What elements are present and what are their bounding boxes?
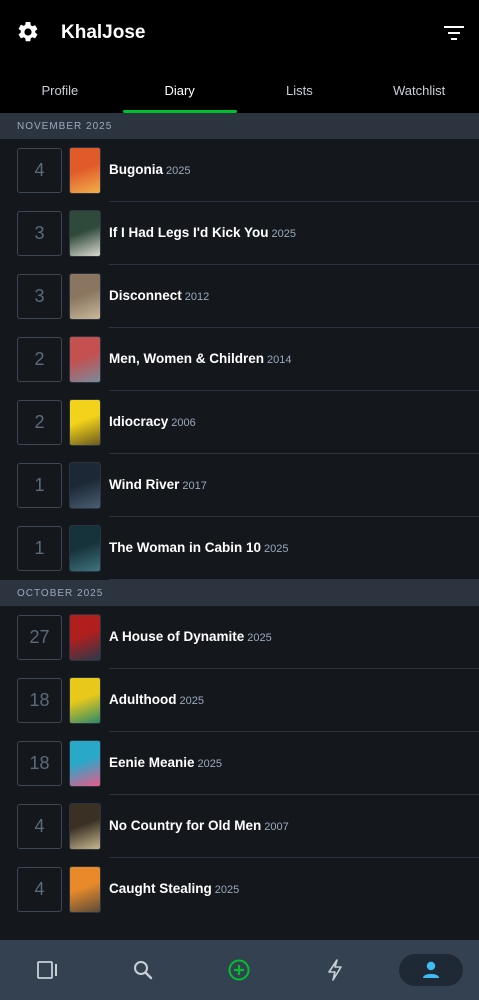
bottom-navigation: [0, 940, 479, 1000]
profile-icon: [423, 961, 439, 978]
film-year: 2025: [197, 758, 223, 770]
diary-entry-row[interactable]: 4 Caught Stealing 2025: [0, 858, 479, 919]
diary-entry-row[interactable]: 3 Disconnect 2012: [0, 265, 479, 328]
diary-entry-row[interactable]: 27 A House of Dynamite 2025: [0, 606, 479, 669]
film-title: If I Had Legs I'd Kick You 2025: [109, 225, 296, 240]
film-year: 2006: [171, 417, 196, 429]
film-title: Men, Women & Children 2014: [109, 351, 292, 366]
profile-tabs: Profile Diary Lists Watchlist: [0, 66, 479, 113]
activity-icon: [328, 959, 342, 981]
nav-activity-button[interactable]: [303, 954, 367, 986]
film-title-text: The Woman in Cabin 10: [109, 540, 262, 555]
diary-day: 1: [17, 463, 62, 508]
diary-day: 3: [17, 211, 62, 256]
film-year: 2017: [182, 480, 207, 492]
diary-day: 2: [17, 337, 62, 382]
film-year: 2025: [166, 165, 191, 177]
film-poster[interactable]: [69, 677, 101, 724]
search-icon: [134, 961, 153, 980]
film-poster[interactable]: [69, 866, 101, 913]
film-title: Bugonia 2025: [109, 162, 190, 177]
app-header: KhalJose: [0, 0, 479, 66]
film-year: 2025: [247, 632, 272, 644]
film-poster[interactable]: [69, 210, 101, 257]
diary-entry-row[interactable]: 18 Eenie Meanie 2025: [0, 732, 479, 795]
diary-entry-row[interactable]: 4 Bugonia 2025: [0, 139, 479, 202]
film-title: Disconnect 2012: [109, 288, 209, 303]
film-title-text: A House of Dynamite: [109, 629, 245, 644]
diary-day: 4: [17, 867, 62, 912]
row-divider: [109, 579, 479, 580]
filter-icon[interactable]: [444, 24, 464, 42]
film-poster[interactable]: [69, 803, 101, 850]
diary-entry-row[interactable]: 1 The Woman in Cabin 10 2025: [0, 517, 479, 580]
film-title-text: Caught Stealing: [109, 881, 212, 896]
diary-day: 18: [17, 741, 62, 786]
film-poster[interactable]: [69, 147, 101, 194]
username-title: KhalJose: [61, 22, 146, 43]
film-title: Eenie Meanie 2025: [109, 755, 222, 770]
film-title: A House of Dynamite 2025: [109, 629, 272, 644]
tab-watchlist[interactable]: Watchlist: [359, 66, 479, 113]
film-title-text: Disconnect: [109, 288, 182, 303]
film-title: Wind River 2017: [109, 477, 207, 492]
gear-icon[interactable]: [16, 20, 40, 44]
diary-day: 1: [17, 526, 62, 571]
film-title-text: Men, Women & Children: [109, 351, 265, 366]
film-title-text: If I Had Legs I'd Kick You: [109, 225, 269, 240]
film-title-text: No Country for Old Men: [109, 818, 262, 833]
film-title-text: Bugonia: [109, 162, 163, 177]
tab-lists[interactable]: Lists: [240, 66, 360, 113]
film-year: 2014: [267, 354, 292, 366]
nav-search-button[interactable]: [111, 954, 175, 986]
film-title: The Woman in Cabin 10 2025: [109, 540, 289, 555]
film-title: Idiocracy 2006: [109, 414, 196, 429]
film-poster[interactable]: [69, 273, 101, 320]
diary-list[interactable]: NOVEMBER 2025 4 Bugonia 2025 3 If I Had Legs …: [0, 113, 479, 919]
diary-day: 2: [17, 400, 62, 445]
tab-diary[interactable]: Diary: [120, 66, 240, 113]
diary-entry-row[interactable]: 18 Adulthood 2025: [0, 669, 479, 732]
film-year: 2007: [264, 821, 289, 833]
film-title: Adulthood 2025: [109, 692, 204, 707]
film-poster[interactable]: [69, 462, 101, 509]
film-title-text: Idiocracy: [109, 414, 169, 429]
film-poster[interactable]: [69, 525, 101, 572]
film-year: 2012: [184, 291, 210, 303]
films-icon: [37, 961, 57, 979]
add-icon: [228, 959, 250, 981]
diary-day: 4: [17, 148, 62, 193]
film-title-text: Eenie Meanie: [109, 755, 195, 770]
month-header: OCTOBER 2025: [0, 580, 479, 606]
diary-entry-row[interactable]: 2 Men, Women & Children 2014: [0, 328, 479, 391]
tab-profile[interactable]: Profile: [0, 66, 120, 113]
diary-day: 18: [17, 678, 62, 723]
diary-entry-row[interactable]: 1 Wind River 2017: [0, 454, 479, 517]
film-year: 2025: [214, 884, 240, 896]
film-year: 2025: [271, 228, 296, 240]
film-year: 2025: [179, 695, 204, 707]
diary-day: 3: [17, 274, 62, 319]
nav-profile-button[interactable]: [399, 954, 463, 986]
diary-day: 4: [17, 804, 62, 849]
month-header: NOVEMBER 2025: [0, 113, 479, 139]
film-poster[interactable]: [69, 614, 101, 661]
nav-films-button[interactable]: [16, 954, 80, 986]
film-title: Caught Stealing 2025: [109, 881, 239, 896]
film-title-text: Wind River: [109, 477, 180, 492]
diary-entry-row[interactable]: 2 Idiocracy 2006: [0, 391, 479, 454]
film-year: 2025: [264, 543, 289, 555]
film-poster[interactable]: [69, 399, 101, 446]
nav-add-button[interactable]: [207, 954, 271, 986]
diary-entry-row[interactable]: 3 If I Had Legs I'd Kick You 2025: [0, 202, 479, 265]
diary-day: 27: [17, 615, 62, 660]
film-title: No Country for Old Men 2007: [109, 818, 289, 833]
diary-entry-row[interactable]: 4 No Country for Old Men 2007: [0, 795, 479, 858]
film-poster[interactable]: [69, 336, 101, 383]
film-poster[interactable]: [69, 740, 101, 787]
film-title-text: Adulthood: [109, 692, 177, 707]
